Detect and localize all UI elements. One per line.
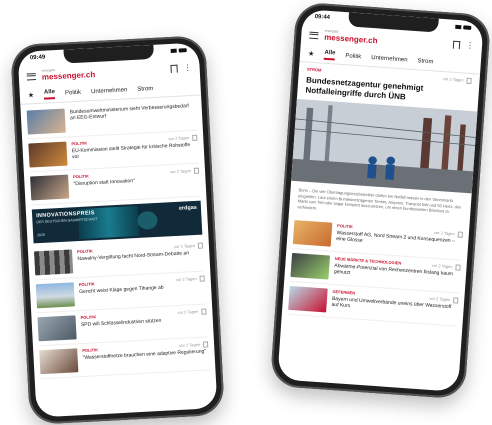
article-thumbnail (26, 108, 66, 135)
tab-unternehmen[interactable]: Unternehmen (371, 55, 408, 64)
status-time: 09:49 (29, 54, 46, 62)
bookmark-icon[interactable] (197, 242, 204, 249)
tab-politik[interactable]: Politik (345, 53, 361, 60)
article-age: vor 2 Tagen (433, 229, 456, 236)
article-thumbnail (30, 174, 70, 201)
signal-icon (170, 48, 177, 53)
logo-main-text: messenger.ch (323, 32, 378, 46)
battery-icon (463, 25, 472, 30)
article-thumbnail (290, 252, 331, 280)
ad-brand-logo: erdgas (178, 204, 198, 212)
article-age: vor 2 Tagen (179, 341, 201, 348)
bookmark-icon[interactable] (193, 167, 200, 174)
tab-alle[interactable]: Alle (323, 49, 336, 61)
ad-year: 2020 (37, 232, 46, 238)
article-age: vor 2 Tagen (170, 168, 192, 175)
article-thumbnail (39, 348, 79, 375)
article-category: POLITIK (337, 222, 354, 229)
star-icon[interactable]: ★ (28, 91, 35, 99)
right-phone: 09:44 energate messenger.ch ⋮ ★ Alle Pol… (269, 1, 492, 400)
bookmark-icon[interactable] (170, 64, 178, 73)
article-age: vor 2 Tagen (429, 295, 451, 302)
article-age: vor 2 Tagen (431, 262, 453, 269)
logo-main-text: messenger.ch (41, 69, 96, 82)
article-category: POLITIK (73, 173, 90, 180)
bookmark-icon[interactable] (452, 40, 461, 50)
substation-photo (291, 99, 478, 194)
tab-politik[interactable]: Politik (65, 90, 81, 97)
article-age: vor 2 Tagen (168, 135, 190, 142)
tab-strom[interactable]: Strom (137, 86, 153, 93)
tab-unternehmen[interactable]: Unternehmen (91, 87, 128, 95)
news-feed: Bundesumweltministerium sieht Verbesseru… (20, 95, 215, 381)
app-logo[interactable]: energate messenger.ch (323, 29, 378, 46)
more-icon[interactable]: ⋮ (466, 41, 475, 51)
article-category: POLITIK (82, 347, 99, 354)
article-age: vor 2 Tagen (173, 243, 196, 250)
battery-icon (178, 48, 187, 53)
article-age: vor 2 Tagen (442, 76, 464, 83)
article-age: vor 2 Tagen (175, 275, 197, 283)
article-category: POLITIK (78, 281, 95, 288)
bookmark-icon[interactable] (455, 263, 461, 271)
signal-icon (455, 24, 462, 30)
menu-icon[interactable] (26, 72, 37, 81)
bookmark-icon[interactable] (457, 231, 464, 238)
news-feed: POLITIK vor 2 Tagen Wasserstoff AG, Nord … (282, 213, 470, 328)
article-category: POLITIK (76, 248, 93, 255)
ad-badge (137, 210, 158, 230)
article-thumbnail (34, 249, 74, 276)
article-category: POLITIK (80, 314, 97, 321)
bookmark-icon[interactable] (192, 134, 198, 141)
tab-alle[interactable]: Alle (43, 89, 56, 100)
bookmark-icon[interactable] (466, 77, 472, 85)
status-time: 09:44 (314, 13, 331, 22)
bookmark-icon[interactable] (201, 308, 207, 315)
article-thumbnail (35, 282, 75, 309)
article-category: POLITIK (71, 140, 88, 147)
article-thumbnail (288, 285, 328, 313)
article-age: vor 2 Tagen (177, 308, 199, 316)
article-category: STROM (306, 66, 322, 73)
left-phone: 09:49 energate messenger.ch ⋮ ★ Alle Pol… (10, 35, 225, 425)
bookmark-icon[interactable] (202, 341, 209, 348)
advertisement-banner[interactable]: INNOVATIONSPREIS DER DEUTSCHEN GASWIRTSC… (31, 200, 203, 244)
marketing-scene: 09:49 energate messenger.ch ⋮ ★ Alle Pol… (0, 0, 492, 425)
featured-article[interactable]: STROM vor 2 Tagen Bundesnetzagentur gene… (289, 62, 480, 226)
article-thumbnail (28, 141, 68, 168)
tab-strom[interactable]: Strom (417, 58, 433, 65)
left-phone-screen: 09:49 energate messenger.ch ⋮ ★ Alle Pol… (17, 42, 218, 418)
article-thumbnail (37, 315, 77, 342)
article-hero-image (291, 99, 478, 194)
right-phone-screen: 09:44 energate messenger.ch ⋮ ★ Alle Pol… (277, 9, 484, 392)
article-title: Bundesumweltministerium sieht Verbesseru… (69, 103, 190, 122)
more-icon[interactable]: ⋮ (183, 63, 191, 72)
status-icons (170, 48, 187, 53)
bookmark-icon[interactable] (199, 275, 205, 282)
star-icon[interactable]: ★ (308, 50, 315, 58)
status-icons (455, 24, 472, 30)
article-thumbnail (292, 219, 333, 247)
bookmark-icon[interactable] (453, 296, 459, 304)
menu-icon[interactable] (309, 31, 319, 39)
app-logo[interactable]: energate messenger.ch (41, 67, 96, 82)
